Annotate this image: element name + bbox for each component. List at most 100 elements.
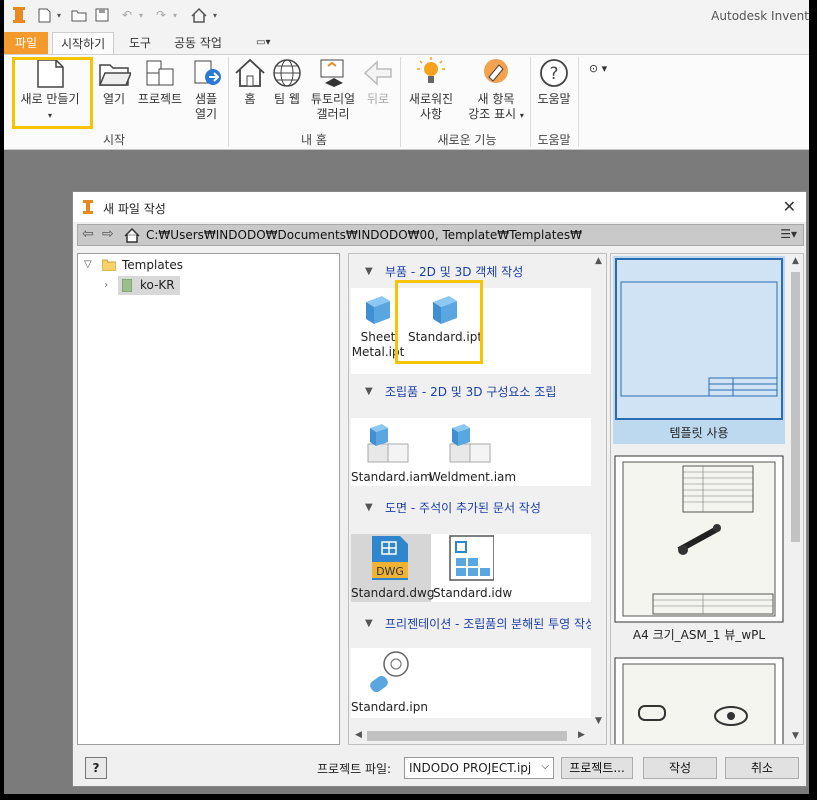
tutorial-gallery-button[interactable]: 튜토리얼 갤러리 (306, 57, 360, 122)
tree-item-label: ko-KR (140, 278, 175, 292)
help-icon[interactable]: ? (85, 757, 107, 779)
help-button[interactable]: ? 도움말 (532, 57, 576, 107)
preview-vertical-scrollbar[interactable]: ▲ ▼ (788, 254, 803, 744)
home-button[interactable]: 홈 (230, 57, 270, 107)
create-button[interactable]: 작성 (643, 757, 717, 779)
scroll-thumb[interactable] (367, 731, 567, 741)
svg-text:?: ? (549, 64, 558, 84)
section-body-assemblies: Standard.iam Weldment.iam (351, 418, 606, 486)
projects-button[interactable]: 프로젝트... (561, 757, 633, 779)
section-header-assemblies[interactable]: ▼ 조립품 - 2D 및 3D 구성요소 조립 (349, 378, 592, 406)
chevron-down-icon: ⌵ (541, 761, 549, 772)
path-text: C:₩Users₩INDODO₩Documents₩INDODO₩00, Tem… (146, 228, 582, 242)
dialog-title-bar: 새 파일 작성 ✕ (73, 192, 806, 222)
part-cube-icon (366, 296, 390, 324)
section-header-drawings[interactable]: ▼ 도면 - 주석이 추가된 문서 작성 (349, 494, 592, 522)
template-label: Standard.ipn (351, 700, 428, 714)
cancel-button[interactable]: 취소 (725, 757, 799, 779)
tree-item-ko-kr[interactable]: ko-KR (118, 276, 180, 295)
open-samples-button[interactable]: 샘플 열기 (186, 57, 226, 122)
template-label: Standard.iam (351, 470, 432, 484)
preview-card-partial[interactable] (613, 656, 785, 744)
tree-expand-icon[interactable]: › (104, 278, 108, 291)
chevron-down-icon[interactable]: ▾ (210, 7, 220, 23)
highlight-new-button[interactable]: 새 항목 강조 표시 ▾ (462, 57, 530, 123)
samples-icon (194, 60, 221, 85)
new-file-dialog: 새 파일 작성 ✕ ⇦ ⇨ C:₩Users₩INDODO₩Documents₩… (72, 191, 807, 787)
highlight-new-label-line1: 새 항목 (477, 92, 515, 106)
projects-button[interactable]: 프로젝트 (132, 57, 188, 107)
scroll-down-icon[interactable]: ▼ (788, 729, 803, 744)
tree-collapse-icon[interactable]: ▽ (84, 259, 92, 270)
help-icon: ? (540, 59, 568, 87)
ribbon-options-icon[interactable]: ⊙ ▾ (584, 61, 612, 76)
section-body-presentations: Standard.ipn (351, 648, 606, 718)
back-arrow-icon[interactable]: ⇦ (82, 226, 94, 242)
back-button[interactable]: 뒤로 (360, 57, 396, 107)
view-options-icon[interactable]: ☰▾ (780, 227, 797, 241)
home-icon[interactable] (124, 228, 140, 243)
home-icon[interactable] (190, 7, 208, 23)
section-title: 도면 - 주석이 추가된 문서 작성 (385, 501, 541, 515)
ribbon-tabs: 파일 시작하기 도구 공동 작업 ▭▾ (4, 32, 809, 54)
scroll-up-icon[interactable]: ▲ (591, 254, 606, 269)
highlight-standard-ipt (395, 280, 483, 364)
whats-new-button[interactable]: 새로워진 사항 (402, 57, 460, 122)
tab-tools[interactable]: 도구 (121, 32, 159, 54)
templates-list: ▼ 부품 - 2D 및 3D 객체 작성 Sheet Metal.ipt Sta… (348, 253, 607, 745)
tab-get-started[interactable]: 시작하기 (52, 32, 115, 54)
preview-caption: 템플릿 사용 (669, 426, 729, 440)
project-file-select[interactable]: INDODO PROJECT.ipj ⌵ (404, 757, 554, 779)
center-vertical-scrollbar[interactable]: ▲ ▼ (591, 254, 606, 729)
redo-icon[interactable]: ↷ (152, 7, 170, 23)
section-header-presentations[interactable]: ▼ 프리젠테이션 - 조립품의 분해된 투영 작성 (349, 610, 592, 638)
template-weldment-iam[interactable]: Weldment.iam (429, 420, 516, 485)
new-file-icon[interactable] (36, 7, 52, 23)
scroll-left-icon[interactable]: ◀ (351, 728, 366, 743)
whats-new-label-line1: 새로워진 (408, 92, 454, 106)
undo-icon[interactable]: ↶ (118, 7, 136, 23)
template-standard-idw[interactable]: Standard.idw (433, 534, 512, 601)
open-folder-icon (98, 64, 131, 86)
preview-card-a4-asm[interactable]: A4 크기_ASM_1 뷰_wPL (613, 454, 785, 646)
chevron-down-icon[interactable]: ▾ (136, 7, 146, 23)
scroll-thumb[interactable] (791, 272, 800, 542)
presentation-icon (370, 651, 409, 693)
tab-file[interactable]: 파일 (4, 32, 48, 54)
template-label: Sheet (360, 330, 396, 344)
template-standard-iam[interactable]: Standard.iam (351, 420, 432, 485)
preview-card-blank[interactable]: 템플릿 사용 (613, 256, 785, 444)
chevron-down-icon[interactable]: ▾ (170, 7, 180, 23)
template-standard-dwg[interactable]: DWG Standard.dwg (351, 534, 434, 602)
center-horizontal-scrollbar[interactable]: ◀ ▶ (349, 728, 606, 744)
ribbon-separator (228, 57, 229, 147)
close-icon[interactable]: ✕ (783, 197, 796, 216)
scroll-right-icon[interactable]: ▶ (574, 728, 589, 743)
section-title: 프리젠테이션 - 조립품의 분해된 투영 작성 (385, 617, 592, 631)
chevron-down-icon[interactable]: ▾ (54, 7, 64, 23)
project-file-value: INDODO PROJECT.ipj (409, 761, 532, 775)
open-folder-icon[interactable] (70, 7, 88, 23)
inventor-logo-icon[interactable] (12, 7, 26, 23)
back-button-label: 뒤로 (366, 92, 390, 106)
forward-arrow-icon[interactable]: ⇨ (102, 226, 114, 242)
highlighter-icon (484, 59, 508, 83)
template-standard-ipn[interactable]: Standard.ipn (351, 650, 428, 715)
assembly-icon (449, 424, 491, 463)
projects-icon (146, 60, 174, 86)
open-button[interactable]: 열기 (92, 57, 136, 107)
panel-toggle-icon[interactable]: ▭▾ (252, 35, 274, 51)
scroll-down-icon[interactable]: ▼ (591, 714, 606, 729)
globe-icon (273, 59, 301, 87)
ribbon-separator (578, 57, 579, 147)
save-icon[interactable] (94, 7, 110, 23)
scroll-up-icon[interactable]: ▲ (788, 254, 803, 269)
section-body-drawings: DWG Standard.dwg Standard.idw (351, 534, 606, 602)
tutorial-label-line1: 튜토리얼 (310, 92, 356, 106)
samples-label-line2: 열기 (194, 107, 218, 121)
team-web-button[interactable]: 팀 웹 (268, 57, 306, 107)
tab-collaborate[interactable]: 공동 작업 (166, 32, 230, 54)
group-label-start: 시작 (102, 133, 126, 147)
tree-item-templates[interactable]: Templates (122, 258, 183, 272)
path-bar: ⇦ ⇨ C:₩Users₩INDODO₩Documents₩INDODO₩00,… (77, 224, 804, 246)
